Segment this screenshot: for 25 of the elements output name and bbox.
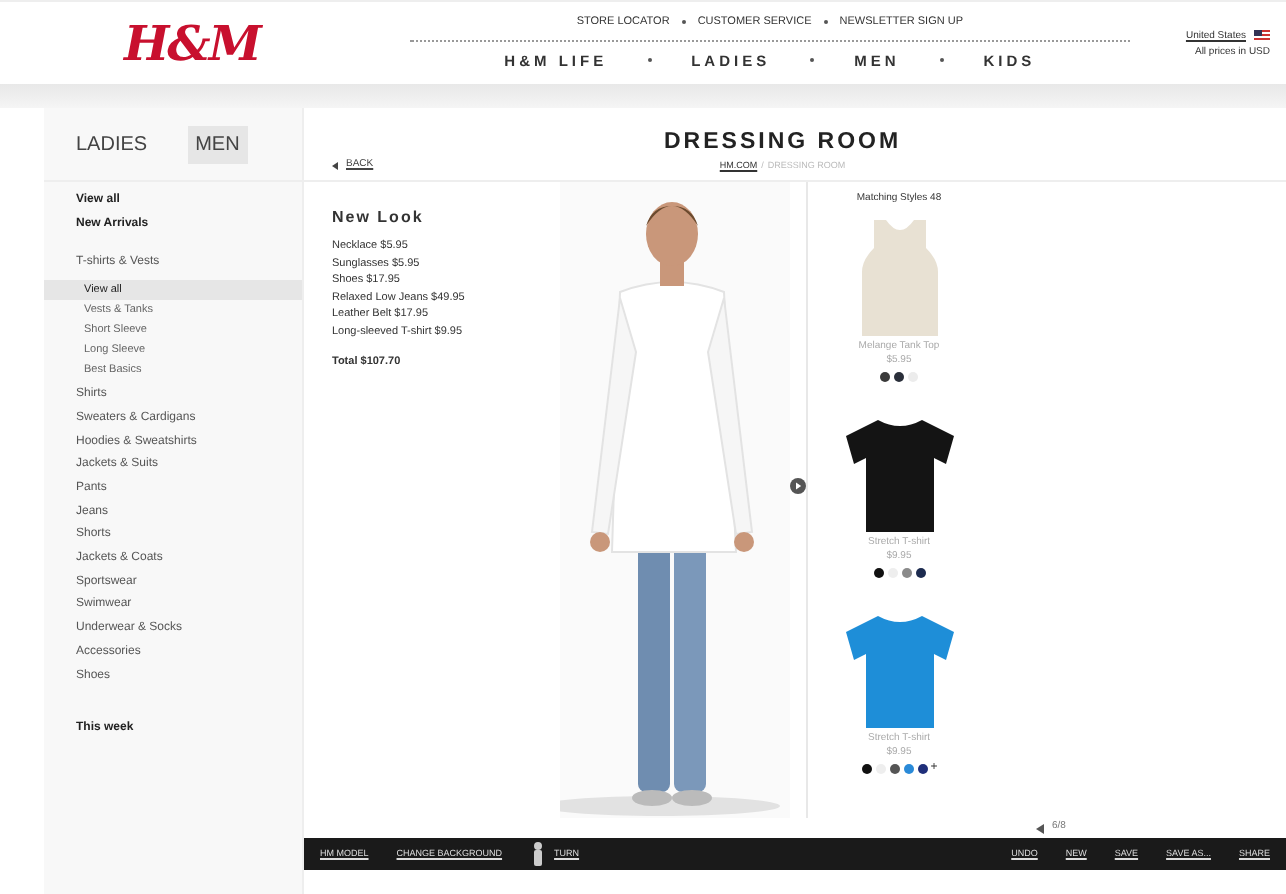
look-title: New Look (332, 206, 426, 230)
separator-dot (823, 20, 828, 25)
color-swatch[interactable] (862, 763, 873, 773)
separator-dot (810, 58, 815, 63)
color-swatch[interactable] (890, 763, 901, 773)
color-swatch[interactable] (904, 763, 915, 773)
color-swatch[interactable] (894, 371, 904, 381)
separator-dot (939, 58, 944, 63)
separator-dot (647, 58, 652, 63)
turn-figure-icon[interactable] (530, 841, 547, 866)
separator-dot (681, 20, 686, 25)
color-swatch[interactable] (880, 371, 890, 381)
logo[interactable]: H&M (124, 7, 260, 79)
gender-tab[interactable]: MEN (187, 125, 248, 163)
previous-arrow-icon[interactable] (1036, 823, 1044, 833)
play-icon[interactable] (790, 478, 806, 494)
flag-icon (1254, 30, 1270, 40)
color-swatch[interactable] (915, 567, 925, 577)
color-swatch[interactable] (873, 567, 883, 577)
gender-tab[interactable]: LADIES (68, 125, 156, 163)
color-swatch[interactable] (918, 763, 929, 773)
color-swatch[interactable] (887, 567, 897, 577)
color-swatch[interactable] (876, 763, 887, 773)
page-title: DRESSING ROOM (664, 128, 902, 158)
color-swatch[interactable] (901, 567, 911, 577)
